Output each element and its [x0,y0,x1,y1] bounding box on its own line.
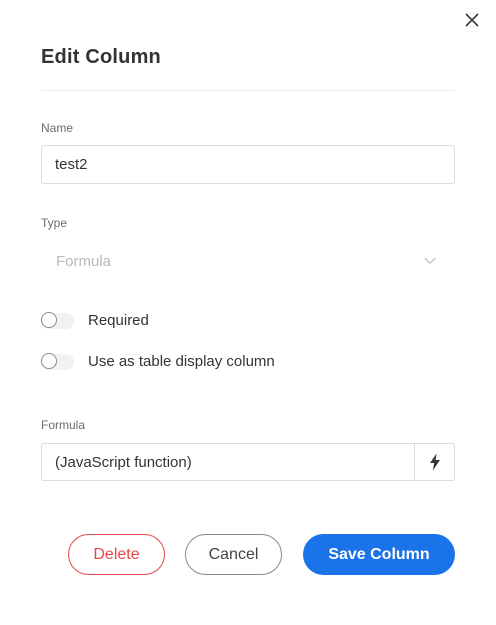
name-input[interactable] [41,145,455,184]
close-button[interactable] [460,8,484,32]
save-column-button[interactable]: Save Column [303,534,455,575]
type-select-value: Formula [56,252,112,270]
required-toggle-row[interactable]: Required [41,311,149,329]
display-column-label: Use as table display column [88,353,275,370]
formula-label: Formula [41,418,86,432]
title-divider [41,90,455,91]
dialog-title: Edit Column [41,46,161,68]
formula-editor-button[interactable] [414,444,454,480]
required-toggle[interactable] [41,311,74,329]
type-select[interactable]: Formula [41,242,455,280]
display-column-toggle-row[interactable]: Use as table display column [41,352,275,370]
formula-input-group [41,443,455,481]
toggle-knob [41,311,57,328]
display-column-toggle[interactable] [41,352,74,370]
close-icon [465,13,479,27]
type-label: Type [41,216,68,230]
lightning-bolt-icon [429,453,440,471]
required-label: Required [88,312,149,329]
formula-input[interactable] [42,444,414,480]
cancel-button[interactable]: Cancel [185,534,282,575]
edit-column-dialog: Edit Column Name Type Formula Required U… [0,0,496,625]
delete-button[interactable]: Delete [68,534,165,575]
toggle-knob [41,352,57,369]
name-label: Name [41,121,74,135]
chevron-down-icon [424,257,436,265]
